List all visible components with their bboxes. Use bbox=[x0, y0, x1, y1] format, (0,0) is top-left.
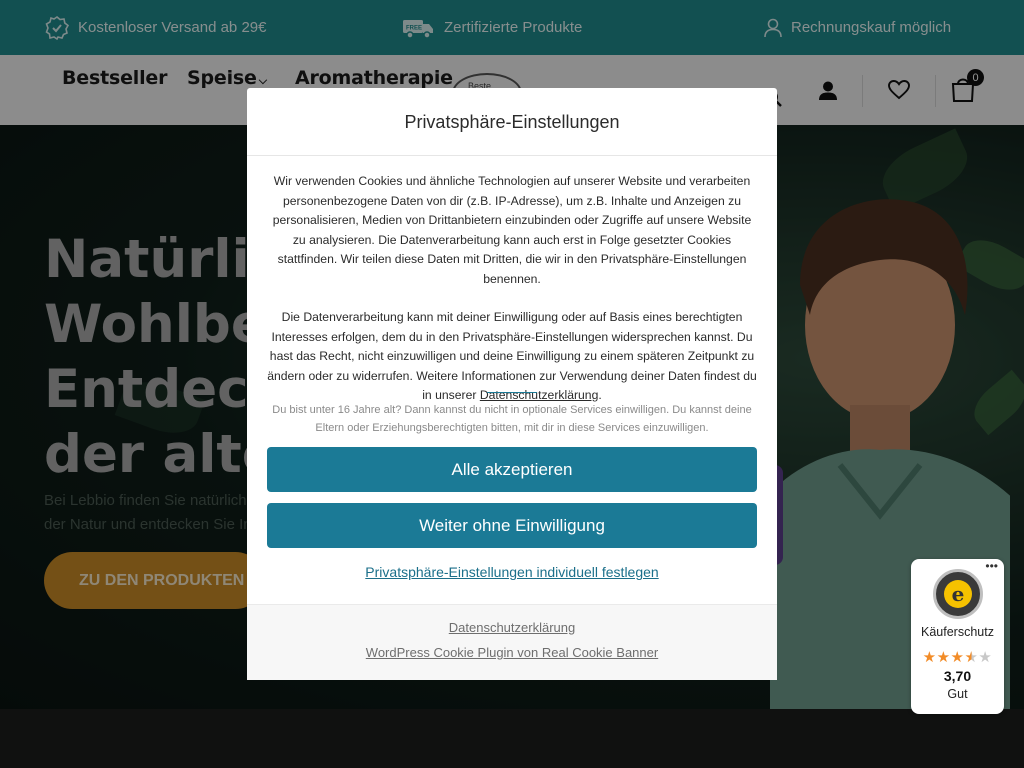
consent-paragraph-2-end: . bbox=[598, 388, 602, 402]
privacy-policy-inline-link[interactable]: Datenschutzerklärung bbox=[480, 388, 599, 402]
accept-all-button[interactable]: Alle akzeptieren bbox=[267, 447, 757, 492]
star-half-icon: ★ bbox=[964, 649, 979, 666]
continue-without-consent-button[interactable]: Weiter ohne Einwilligung bbox=[267, 503, 757, 548]
star-icon: ★ bbox=[922, 649, 937, 666]
rating-stars: ★★★★★ bbox=[911, 648, 1004, 666]
buyer-protection-label: Käuferschutz bbox=[921, 625, 994, 639]
rating-value: 3,70 bbox=[943, 668, 972, 684]
cookie-plugin-link[interactable]: WordPress Cookie Plugin von Real Cookie … bbox=[247, 645, 777, 660]
divider bbox=[247, 155, 777, 156]
consent-paragraph-1: Wir verwenden Cookies und ähnliche Techn… bbox=[272, 174, 752, 286]
cookie-consent-dialog: Privatsphäre-Einstellungen Wir verwenden… bbox=[247, 88, 777, 680]
dialog-footer: Datenschutzerklärung WordPress Cookie Pl… bbox=[247, 604, 777, 680]
trusted-shops-seal-icon: e bbox=[933, 569, 983, 619]
scroll-indicator bbox=[487, 392, 537, 393]
dialog-title: Privatsphäre-Einstellungen bbox=[404, 112, 620, 132]
trusted-shops-widget[interactable]: ••• e Käuferschutz ★★★★★ 3,70 Gut bbox=[911, 559, 1004, 714]
consent-paragraph-2: Die Datenverarbeitung kann mit deiner Ei… bbox=[267, 308, 757, 406]
privacy-policy-link[interactable]: Datenschutzerklärung bbox=[247, 620, 777, 635]
individual-settings-link[interactable]: Privatsphäre-Einstellungen individuell f… bbox=[247, 564, 777, 580]
rating-grade: Gut bbox=[947, 687, 968, 701]
more-options-icon[interactable]: ••• bbox=[985, 559, 998, 573]
dialog-body: Wir verwenden Cookies und ähnliche Techn… bbox=[267, 172, 757, 406]
star-icon: ★ bbox=[936, 649, 951, 666]
seal-letter: e bbox=[944, 580, 972, 608]
star-icon: ★ bbox=[950, 649, 965, 666]
minor-notice: Du bist unter 16 Jahre alt? Dann kannst … bbox=[272, 404, 752, 434]
star-empty-icon: ★ bbox=[978, 649, 993, 666]
